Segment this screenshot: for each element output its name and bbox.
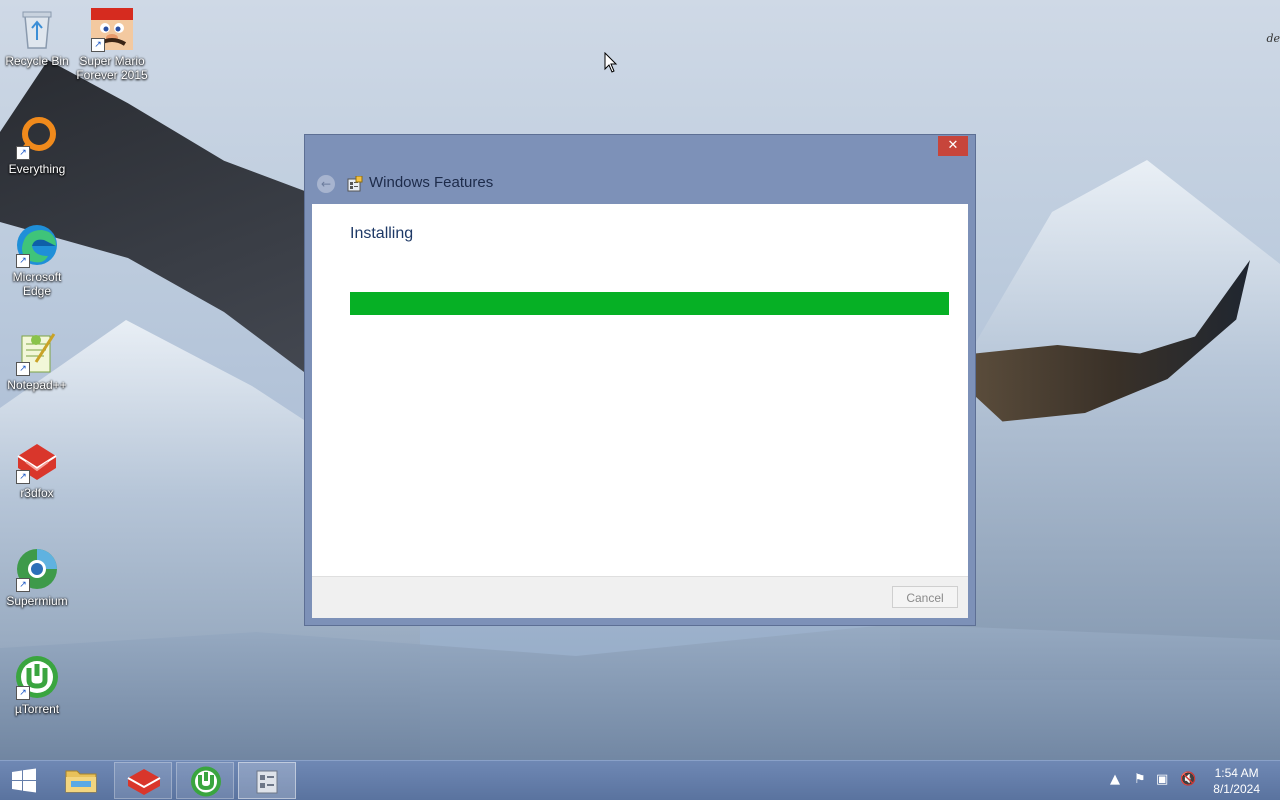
desktop-icon-label: Supermium [6,594,68,608]
clock-date: 8/1/2024 [1213,782,1260,796]
shortcut-arrow-icon: ↗ [91,38,105,52]
desktop-icon-r3dfox[interactable]: ↗ r3dfox [0,438,74,500]
mouse-cursor-icon [604,51,618,78]
supermium-icon: ↗ [14,546,60,592]
mario-icon: ↗ [89,6,135,52]
action-center-flag-icon[interactable]: ⚑ [1134,772,1146,787]
wallpaper-corner-text: de [1266,32,1280,45]
install-progress-bar [350,292,949,315]
taskbar-windows-features[interactable] [238,762,296,799]
clock-time: 1:54 AM [1214,766,1259,780]
desktop-icon-label: Microsoft Edge [12,270,62,298]
notepadpp-icon: ↗ [14,330,60,376]
desktop-icon-supermium[interactable]: ↗ Supermium [0,546,74,608]
shortcut-arrow-icon: ↗ [16,146,30,160]
desktop-icon-recycle-bin[interactable]: Recycle Bin [0,6,74,68]
windows-features-dialog: ✕ ← Windows Features Installing Cancel [304,134,976,626]
everything-icon: ↗ [14,114,60,160]
desktop-icon-label: Recycle Bin [5,54,69,68]
desktop-icon-notepadpp[interactable]: ↗ Notepad++ [0,330,74,392]
windows-logo-icon [12,768,36,793]
windows-features-icon [256,770,278,794]
shortcut-arrow-icon: ↗ [16,254,30,268]
show-hidden-icons-chevron-icon[interactable]: ▲ [1110,772,1120,787]
desktop-icon-label: Super Mario Forever 2015 [76,54,148,82]
shortcut-arrow-icon: ↗ [16,470,30,484]
desktop-icon-label: µTorrent [14,702,60,716]
desktop-icon-super-mario[interactable]: ↗ Super Mario Forever 2015 [75,6,149,82]
utorrent-icon [191,766,221,797]
system-tray: ▲ ⚑ ▣ 🔇 1:54 AM 8/1/2024 [1100,761,1280,800]
desktop-icon-label: Everything [8,162,66,176]
folder-icon [65,770,97,793]
cancel-button[interactable]: Cancel [892,586,958,608]
shortcut-arrow-icon: ↗ [16,362,30,376]
volume-muted-icon[interactable]: 🔇 [1180,772,1196,787]
r3dfox-icon: ↗ [14,438,60,484]
r3dfox-icon [127,769,161,795]
utorrent-icon: ↗ [14,654,60,700]
dialog-title: Windows Features [369,174,494,191]
desktop-icon-everything[interactable]: ↗ Everything [0,114,74,176]
windows-features-icon [347,175,363,192]
taskbar-file-explorer[interactable] [52,762,110,799]
taskbar-clock[interactable]: 1:54 AM 8/1/2024 [1213,765,1260,797]
back-arrow-icon[interactable]: ← [317,175,335,193]
dialog-footer: Cancel [312,576,968,618]
desktop-icon-label: Notepad++ [7,378,67,392]
dialog-header: ← Windows Features [305,165,975,203]
install-progress-fill [350,292,949,315]
dialog-content: Installing Cancel [312,204,968,618]
taskbar-utorrent[interactable] [176,762,234,799]
edge-icon: ↗ [14,222,60,268]
install-status-heading: Installing [350,225,414,242]
start-button[interactable] [2,762,46,799]
shortcut-arrow-icon: ↗ [16,578,30,592]
network-icon[interactable]: ▣ [1156,772,1168,787]
recycle-bin-icon [14,6,60,52]
taskbar: ▲ ⚑ ▣ 🔇 1:54 AM 8/1/2024 [0,760,1280,800]
desktop-icon-microsoft-edge[interactable]: ↗ Microsoft Edge [0,222,74,298]
taskbar-r3dfox[interactable] [114,762,172,799]
shortcut-arrow-icon: ↗ [16,686,30,700]
desktop: de Recycle Bin ↗ Super Mario Forever 201 [0,0,1280,760]
close-button[interactable]: ✕ [938,136,968,156]
desktop-icon-label: r3dfox [20,486,54,500]
desktop-icon-utorrent[interactable]: ↗ µTorrent [0,654,74,716]
